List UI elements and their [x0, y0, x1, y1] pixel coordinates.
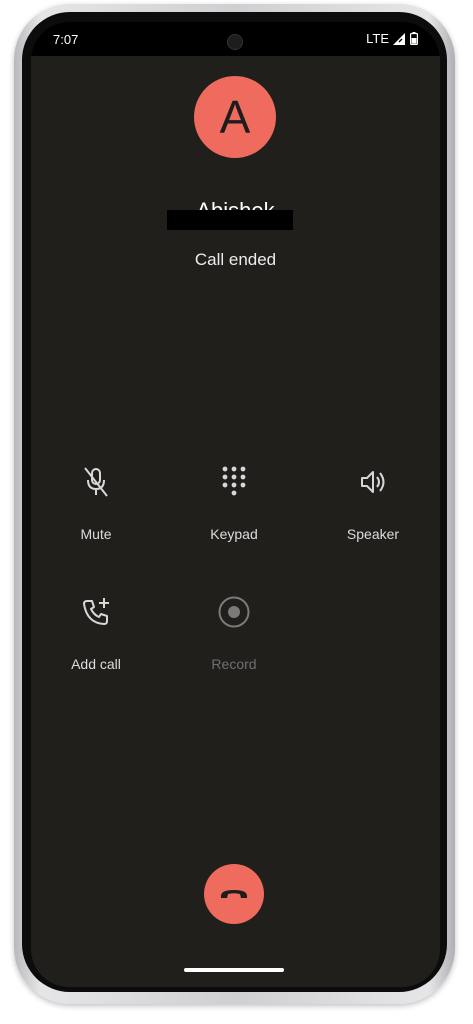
dialpad-icon [222, 466, 246, 496]
add-call-button[interactable]: Add call [41, 592, 151, 672]
mic-off-icon [84, 467, 108, 497]
add-call-icon [83, 598, 109, 625]
record-icon [218, 596, 250, 628]
gesture-home-bar[interactable] [184, 968, 284, 972]
name-redaction-bar [167, 210, 293, 230]
mute-label: Mute [80, 526, 112, 542]
front-camera [227, 34, 243, 50]
signal-icon [393, 32, 405, 45]
speaker-button[interactable]: Speaker [318, 462, 428, 542]
hang-up-icon [221, 890, 247, 898]
network-type: LTE [366, 31, 389, 46]
avatar-initial: A [219, 91, 251, 143]
battery-icon [410, 32, 418, 45]
speaker-label: Speaker [346, 526, 400, 542]
call-status: Call ended [194, 250, 277, 269]
record-button[interactable]: Record [179, 592, 289, 672]
contact-avatar: A [194, 76, 276, 158]
speaker-icon [361, 471, 385, 493]
keypad-label: Keypad [210, 526, 258, 542]
status-bar: 7:07 LTE [31, 22, 440, 56]
status-time: 7:07 [53, 32, 79, 47]
mute-button[interactable]: Mute [41, 462, 151, 542]
status-indicators: LTE [366, 31, 418, 46]
call-screen: 7:07 LTE A Abishek Call ended [31, 22, 440, 987]
end-call-button[interactable] [204, 864, 264, 924]
record-label: Record [211, 656, 257, 672]
add-call-label: Add call [71, 656, 121, 672]
keypad-button[interactable]: Keypad [179, 462, 289, 542]
